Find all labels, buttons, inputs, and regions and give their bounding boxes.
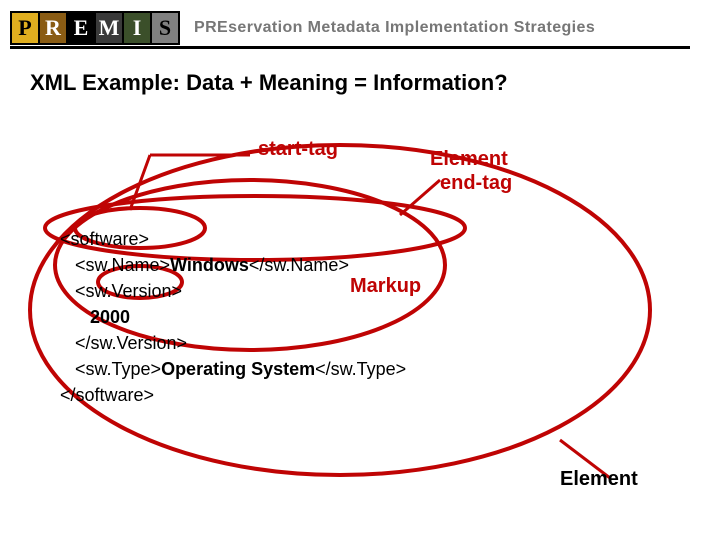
- annotation-element-top: Element: [430, 148, 508, 171]
- xml-line: </software>: [60, 385, 154, 405]
- xml-line: </sw.Version>: [60, 333, 187, 353]
- xml-code-block: <software> <sw.Name>Windows</sw.Name> <s…: [60, 200, 406, 408]
- xml-line: <software>: [60, 229, 149, 249]
- annotation-end-tag: end-tag: [440, 172, 512, 195]
- xml-line: <sw.Type>Operating System</sw.Type>: [60, 359, 406, 379]
- xml-line: <sw.Name>Windows</sw.Name>: [60, 255, 349, 275]
- xml-line: <sw.Version>: [60, 281, 182, 301]
- xml-line: 2000: [60, 307, 130, 327]
- annotation-start-tag: start-tag: [258, 138, 338, 161]
- annotation-element-bottom: Element: [560, 468, 638, 491]
